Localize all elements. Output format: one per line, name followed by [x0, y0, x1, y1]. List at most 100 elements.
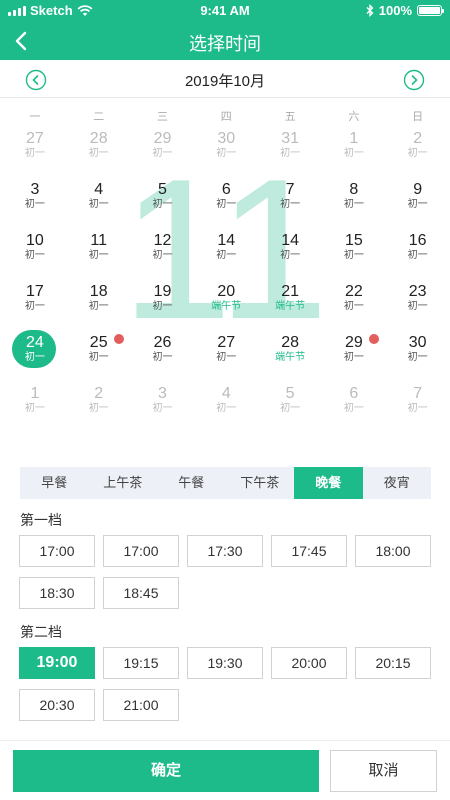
- calendar-day[interactable]: 17 初一: [3, 281, 67, 332]
- day-number: 10: [26, 232, 44, 249]
- calendar-day[interactable]: 6 初一: [194, 179, 258, 230]
- meal-tab[interactable]: 早餐: [20, 467, 89, 499]
- calendar-day[interactable]: 2 初一: [67, 383, 131, 434]
- calendar-day[interactable]: 3 初一: [3, 179, 67, 230]
- calendar-day[interactable]: 11 初一: [67, 230, 131, 281]
- time-slot[interactable]: 17:45: [271, 535, 347, 567]
- lunar-label: 初一: [88, 352, 109, 363]
- lunar-label: 初一: [24, 301, 45, 312]
- time-slot[interactable]: 20:15: [355, 647, 431, 679]
- calendar-day[interactable]: 5 初一: [131, 179, 195, 230]
- day-number: 9: [413, 181, 423, 198]
- day-number: 6: [221, 181, 231, 198]
- calendar-day[interactable]: 15 初一: [322, 230, 386, 281]
- calendar-day[interactable]: 16 初一: [386, 230, 450, 281]
- day-number: 3: [158, 385, 167, 402]
- day-number: 4: [221, 385, 231, 402]
- time-slot[interactable]: 18:45: [103, 577, 179, 609]
- day-number: 6: [349, 385, 359, 402]
- time-slot[interactable]: 20:30: [19, 689, 95, 721]
- calendar-day[interactable]: 5 初一: [258, 383, 322, 434]
- calendar-day[interactable]: 29 初一: [131, 128, 195, 179]
- calendar-day[interactable]: 8 初一: [322, 179, 386, 230]
- calendar-week: 17 初一 18 初一 19 初一 20 端午节 21 端午节 22 初一 23 初一: [3, 281, 450, 332]
- time-slot[interactable]: 18:30: [19, 577, 95, 609]
- time-slot[interactable]: 17:00: [19, 535, 95, 567]
- calendar-day[interactable]: 20 端午节: [194, 281, 258, 332]
- calendar-day[interactable]: 3 初一: [131, 383, 195, 434]
- lunar-label: 端午节: [275, 301, 306, 312]
- calendar-day[interactable]: 4 初一: [67, 179, 131, 230]
- meal-tab[interactable]: 上午茶: [89, 467, 158, 499]
- calendar-day[interactable]: 1 初一: [3, 383, 67, 434]
- calendar-day[interactable]: 9 初一: [386, 179, 450, 230]
- calendar-day[interactable]: 1 初一: [322, 128, 386, 179]
- calendar-day[interactable]: 14 初一: [194, 230, 258, 281]
- meal-tab[interactable]: 午餐: [157, 467, 226, 499]
- calendar-week: 27 初一 28 初一 29 初一 30 初一 31 初一 1 初一 2 初一: [3, 128, 450, 179]
- calendar-day[interactable]: 26 初一: [131, 332, 195, 383]
- calendar-day[interactable]: 27 初一: [194, 332, 258, 383]
- day-number: 26: [153, 334, 172, 351]
- lunar-label: 初一: [88, 250, 109, 261]
- day-number: 12: [153, 232, 172, 249]
- calendar-day[interactable]: 23 初一: [386, 281, 450, 332]
- calendar-day[interactable]: 30 初一: [386, 332, 450, 383]
- calendar-day[interactable]: 28 端午节: [258, 332, 322, 383]
- day-number: 14: [217, 232, 236, 249]
- time-slot[interactable]: 21:00: [103, 689, 179, 721]
- day-number: 1: [30, 385, 40, 402]
- calendar-day-selected[interactable]: 24 初一: [3, 330, 67, 383]
- day-number: 28: [89, 130, 108, 147]
- meal-tab[interactable]: 下午茶: [226, 467, 295, 499]
- calendar-day[interactable]: 12 初一: [131, 230, 195, 281]
- weekday-label: 六: [348, 111, 360, 123]
- lunar-label: 初一: [88, 403, 109, 414]
- calendar-week: 24 初一 25 初一 26 初一 27 初一 28 端午节 29 初一 30 初一: [3, 330, 450, 383]
- calendar-day[interactable]: 18 初一: [67, 281, 131, 332]
- meal-tab-active[interactable]: 晚餐: [294, 467, 363, 499]
- day-number: 19: [153, 283, 172, 300]
- calendar-grid: 27 初一 28 初一 29 初一 30 初一 31 初一 1 初一 2 初一 3 初一 4 初一 5 初一 6 初一 7 初…: [3, 128, 450, 434]
- time-slot[interactable]: 18:00: [355, 535, 431, 567]
- calendar-day[interactable]: 7 初一: [386, 383, 450, 434]
- day-number: 31: [281, 130, 299, 147]
- time-slot[interactable]: 19:30: [187, 647, 263, 679]
- next-month-icon[interactable]: [403, 69, 425, 91]
- day-number: 30: [217, 130, 236, 147]
- calendar-day[interactable]: 29 初一: [322, 332, 386, 383]
- calendar-day[interactable]: 2 初一: [386, 128, 450, 179]
- slot-group-1-label: 第一档: [20, 512, 62, 528]
- time-slot[interactable]: 17:30: [187, 535, 263, 567]
- calendar-day[interactable]: 31 初一: [258, 128, 322, 179]
- confirm-button[interactable]: 确定: [13, 750, 319, 792]
- calendar-day[interactable]: 27 初一: [3, 128, 67, 179]
- calendar-day[interactable]: 25 初一: [67, 332, 131, 383]
- calendar-day[interactable]: 28 初一: [67, 128, 131, 179]
- lunar-label: 初一: [24, 352, 45, 363]
- day-number: 14: [281, 232, 299, 249]
- calendar-day[interactable]: 6 初一: [322, 383, 386, 434]
- time-slot[interactable]: 20:00: [271, 647, 347, 679]
- lunar-label: 初一: [407, 199, 428, 210]
- calendar-day[interactable]: 30 初一: [194, 128, 258, 179]
- calendar-day[interactable]: 22 初一: [322, 281, 386, 332]
- day-number: 20: [217, 283, 236, 300]
- calendar-day[interactable]: 10 初一: [3, 230, 67, 281]
- time-slot-selected[interactable]: 19:00: [19, 647, 95, 679]
- lunar-label: 初一: [280, 250, 301, 261]
- cancel-button[interactable]: 取消: [330, 750, 437, 792]
- calendar-day[interactable]: 21 端午节: [258, 281, 322, 332]
- calendar-day[interactable]: 19 初一: [131, 281, 195, 332]
- lunar-label: 初一: [216, 352, 237, 363]
- lunar-label: 初一: [343, 352, 364, 363]
- day-number: 7: [413, 385, 423, 402]
- calendar-day[interactable]: 14 初一: [258, 230, 322, 281]
- calendar-day[interactable]: 7 初一: [258, 179, 322, 230]
- time-slot[interactable]: 19:15: [103, 647, 179, 679]
- meal-tab[interactable]: 夜宵: [363, 467, 432, 499]
- lunar-label: 初一: [152, 199, 173, 210]
- calendar-day[interactable]: 4 初一: [194, 383, 258, 434]
- day-number: 23: [408, 283, 427, 300]
- time-slot[interactable]: 17:00: [103, 535, 179, 567]
